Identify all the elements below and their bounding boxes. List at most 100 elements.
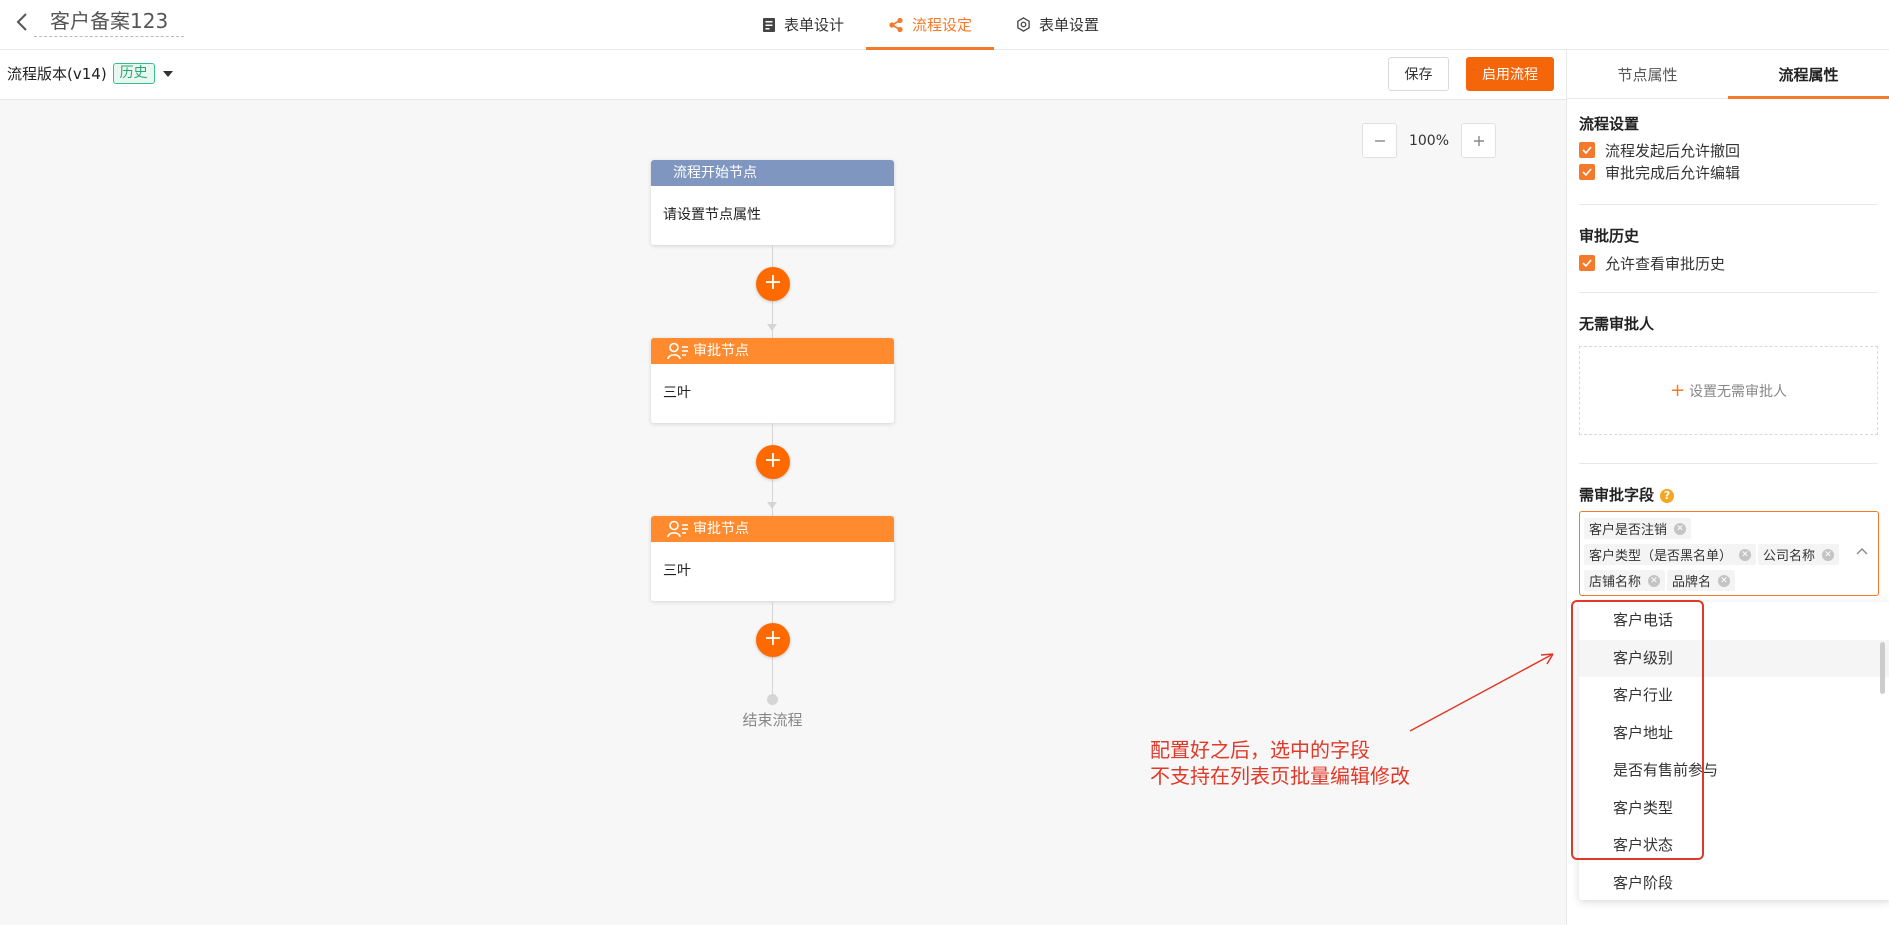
- selected-tag: 客户类型（是否黑名单） ✕: [1584, 544, 1757, 565]
- flow-canvas[interactable]: 100% 流程开始节点 请设置节点属性 + 审批节点 三叶 + 审批节点 三叶 …: [0, 100, 1566, 925]
- allow-edit-checkbox[interactable]: 审批完成后允许编辑: [1579, 163, 1878, 182]
- start-node-title: 流程开始节点: [651, 160, 894, 186]
- tab-label: 流程设定: [912, 16, 973, 34]
- tag-label: 店铺名称: [1589, 575, 1642, 590]
- tab-label: 表单设计: [784, 16, 845, 34]
- dropdown-option[interactable]: 客户电话: [1579, 602, 1889, 640]
- fields-multiselect[interactable]: 客户是否注销 ✕ 客户类型（是否黑名单） ✕ 公司名称 ✕ 店铺名称 ✕ 品牌名 ✕: [1579, 511, 1879, 596]
- flow-settings-section: 流程设置 流程发起后允许撤回 审批完成后允许编辑: [1567, 99, 1889, 182]
- version-label: 流程版本(v14): [7, 65, 107, 83]
- start-node[interactable]: 流程开始节点 请设置节点属性: [651, 160, 894, 245]
- add-node-button[interactable]: +: [756, 445, 790, 479]
- back-arrow-icon[interactable]: [10, 10, 34, 34]
- section-title: 流程设置: [1579, 115, 1640, 133]
- fields-title: 需审批字段: [1579, 486, 1655, 504]
- version-selector[interactable]: 流程版本(v14) 历史: [7, 63, 173, 84]
- section-title: 需审批字段?: [1579, 484, 1878, 505]
- allow-withdraw-checkbox[interactable]: 流程发起后允许撤回: [1579, 141, 1878, 160]
- approval-node-header: 审批节点: [651, 516, 894, 542]
- flow-toolbar: 流程版本(v14) 历史 保存 启用流程: [0, 50, 1566, 100]
- approver-icon: [667, 342, 688, 360]
- dropdown-option[interactable]: 客户阶段: [1579, 865, 1889, 901]
- gear-icon: [1017, 17, 1030, 32]
- connector-arrow: [767, 324, 777, 331]
- plus-icon: [1473, 135, 1484, 146]
- zoom-control: 100%: [1362, 123, 1496, 158]
- connector-arrow: [767, 502, 777, 509]
- checkmark-icon: [1579, 164, 1595, 180]
- checkbox-label: 审批完成后允许编辑: [1605, 163, 1741, 182]
- selected-tag: 店铺名称 ✕: [1584, 570, 1666, 591]
- zoom-in-button[interactable]: [1461, 123, 1496, 158]
- fields-section: 需审批字段?: [1567, 464, 1889, 505]
- history-badge: 历史: [112, 63, 155, 84]
- tag-label: 品牌名: [1672, 575, 1712, 590]
- main-tabs: 表单设计 流程设定 表单设置: [740, 0, 1121, 50]
- approval-node-title: 审批节点: [693, 521, 749, 537]
- tag-label: 公司名称: [1763, 549, 1816, 564]
- section-title: 审批历史: [1579, 227, 1640, 245]
- tab-flow-properties[interactable]: 流程属性: [1728, 50, 1889, 99]
- remove-tag-icon[interactable]: ✕: [1648, 574, 1661, 587]
- checkmark-icon: [1579, 255, 1595, 271]
- tab-label: 表单设置: [1039, 16, 1100, 34]
- allow-view-history-checkbox[interactable]: 允许查看审批历史: [1579, 254, 1878, 273]
- dropdown-option[interactable]: 是否有售前参与: [1579, 752, 1889, 790]
- checkbox-label: 流程发起后允许撤回: [1605, 141, 1741, 160]
- tab-form-settings[interactable]: 表单设置: [994, 0, 1121, 49]
- remove-tag-icon[interactable]: ✕: [1822, 548, 1835, 561]
- selected-tag: 客户是否注销 ✕: [1584, 518, 1692, 539]
- checkmark-icon: [1579, 142, 1595, 158]
- checkbox-label: 允许查看审批历史: [1605, 254, 1726, 273]
- remove-tag-icon[interactable]: ✕: [1739, 548, 1752, 561]
- start-node-body: 请设置节点属性: [663, 207, 761, 223]
- dropdown-option[interactable]: 客户状态: [1579, 827, 1889, 865]
- dropdown-scrollbar[interactable]: [1880, 642, 1885, 694]
- approval-node-header: 审批节点: [651, 338, 894, 364]
- annotation-text: 配置好之后，选中的字段 不支持在列表页批量编辑修改: [1150, 737, 1410, 789]
- remove-tag-icon[interactable]: ✕: [1718, 574, 1731, 587]
- history-section: 审批历史 允许查看审批历史: [1567, 205, 1889, 273]
- set-no-approver-button[interactable]: + 设置无需审批人: [1579, 346, 1878, 435]
- tab-node-properties[interactable]: 节点属性: [1567, 50, 1728, 98]
- panel-tabs: 节点属性 流程属性: [1567, 50, 1889, 99]
- form-icon: [763, 17, 775, 32]
- approval-node-body: 三叶: [663, 563, 691, 579]
- end-flow-label: 结束流程: [742, 711, 803, 729]
- add-node-button[interactable]: +: [756, 267, 790, 301]
- approval-node-body: 三叶: [663, 385, 691, 401]
- dropdown-option[interactable]: 客户类型: [1579, 790, 1889, 828]
- flow-icon: [889, 17, 903, 32]
- end-dot: [767, 694, 778, 705]
- approval-node[interactable]: 审批节点 三叶: [651, 338, 894, 423]
- minus-icon: [1374, 139, 1385, 142]
- save-button[interactable]: 保存: [1388, 57, 1449, 91]
- help-icon[interactable]: ?: [1660, 489, 1675, 503]
- enable-flow-button[interactable]: 启用流程: [1466, 57, 1554, 91]
- selected-tag: 公司名称 ✕: [1758, 544, 1840, 565]
- remove-tag-icon[interactable]: ✕: [1674, 522, 1687, 535]
- set-no-approver-label: 设置无需审批人: [1689, 383, 1788, 400]
- tab-form-design[interactable]: 表单设计: [740, 0, 866, 49]
- no-approver-section: 无需审批人: [1567, 293, 1889, 334]
- section-title: 无需审批人: [1579, 315, 1655, 333]
- properties-panel: 节点属性 流程属性 流程设置 流程发起后允许撤回 审批完成后允许编辑 审批历史 …: [1566, 50, 1889, 925]
- annotation-line: 不支持在列表页批量编辑修改: [1150, 764, 1410, 788]
- selected-tag: 品牌名 ✕: [1667, 570, 1736, 591]
- page-title[interactable]: 客户备案123: [34, 7, 185, 37]
- dropdown-option[interactable]: 客户级别: [1579, 639, 1889, 677]
- approver-icon: [667, 520, 688, 538]
- zoom-level: 100%: [1408, 132, 1450, 149]
- dropdown-option[interactable]: 客户地址: [1579, 715, 1889, 753]
- caret-down-icon: [162, 70, 173, 77]
- annotation-line: 配置好之后，选中的字段: [1150, 738, 1370, 762]
- top-bar: 客户备案123 表单设计 流程设定 表单设置: [0, 0, 1889, 50]
- zoom-out-button[interactable]: [1362, 123, 1397, 158]
- approval-node[interactable]: 审批节点 三叶: [651, 516, 894, 601]
- chevron-up-icon[interactable]: [1856, 547, 1868, 555]
- add-node-button[interactable]: +: [756, 623, 790, 657]
- plus-icon: +: [1669, 380, 1686, 401]
- dropdown-option[interactable]: 客户行业: [1579, 677, 1889, 715]
- tab-flow-settings[interactable]: 流程设定: [866, 0, 995, 50]
- fields-dropdown: 客户电话 客户级别 客户行业 客户地址 是否有售前参与 客户类型 客户状态 客户…: [1579, 602, 1889, 900]
